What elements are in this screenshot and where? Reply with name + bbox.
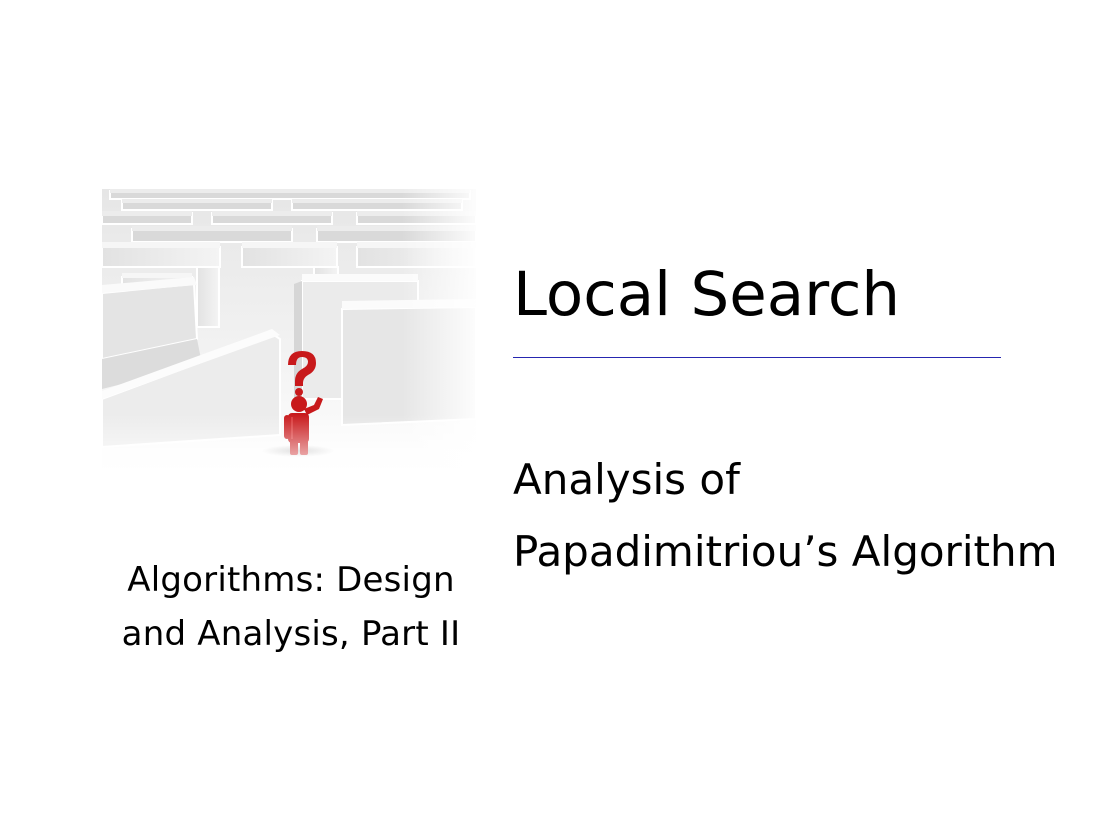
course-title-line2: and Analysis, Part II [121, 614, 461, 654]
lecture-subtitle: Analysis of Papadimitriou’s Algorithm [513, 444, 1057, 588]
course-title-line1: Algorithms: Design [127, 560, 455, 600]
lecture-subtitle-line2: Papadimitriou’s Algorithm [513, 527, 1058, 576]
maze-question-person-icon [102, 189, 476, 482]
title-slide: Algorithms: Design and Analysis, Part II… [0, 0, 1102, 822]
lecture-title: Local Search [513, 259, 901, 330]
lecture-subtitle-line1: Analysis of [513, 455, 740, 504]
title-divider [513, 357, 1001, 358]
course-title: Algorithms: Design and Analysis, Part II [96, 553, 486, 661]
